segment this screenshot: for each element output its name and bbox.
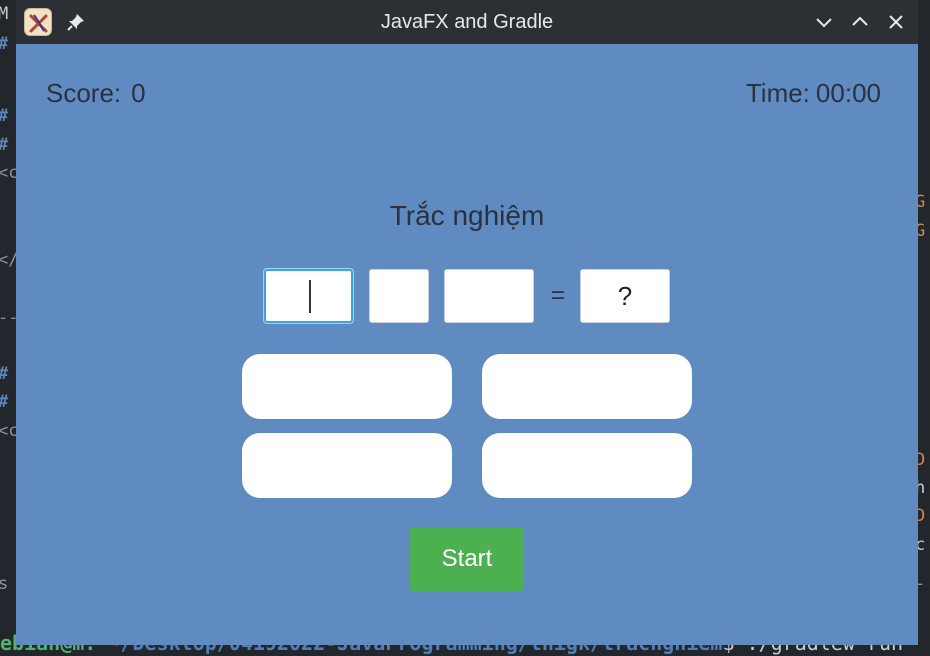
answer-field[interactable]: ? <box>580 269 670 323</box>
terminal-fragment: # <box>0 36 8 53</box>
terminal-fragment: # <box>0 394 8 411</box>
maximize-icon[interactable] <box>850 12 870 32</box>
choice-button-3[interactable] <box>242 433 452 498</box>
background-terminal-left: M # # # <c </ -- # # <c s <box>0 0 16 656</box>
text-caret <box>309 280 311 313</box>
window-titlebar[interactable]: JavaFX and Gradle <box>16 0 918 44</box>
time-value: 00:00 <box>815 78 881 108</box>
equals-sign: = <box>550 282 565 309</box>
operator-field[interactable] <box>369 269 429 323</box>
quiz-title: Trắc nghiệm <box>389 200 545 231</box>
score-value: 0 <box>131 78 146 108</box>
operand-a-field[interactable] <box>264 269 353 323</box>
game-panel: Score: 0 Time: 00:00 Trắc nghiệm = ? Start <box>16 44 918 645</box>
terminal-fragment: </ <box>0 250 16 270</box>
start-button[interactable]: Start <box>410 527 524 591</box>
app-window: JavaFX and Gradle Score: 0 Time: 00:00 Trắ… <box>16 0 918 645</box>
terminal-fragment: # <box>0 137 8 154</box>
window-title: JavaFX and Gradle <box>380 11 554 33</box>
terminal-fragment: M <box>0 4 9 24</box>
answer-placeholder: ? <box>617 281 633 311</box>
time-label: Time: <box>745 78 810 108</box>
close-icon[interactable] <box>886 12 906 32</box>
terminal-fragment: s <box>0 574 9 594</box>
operand-b-field[interactable] <box>444 269 534 323</box>
choice-button-4[interactable] <box>482 433 692 498</box>
terminal-fragment: <c <box>0 163 16 183</box>
terminal-fragment: # <box>0 366 8 383</box>
terminal-fragment: # <box>0 108 8 125</box>
choice-button-2[interactable] <box>482 354 692 419</box>
time-display: Time: 00:00 <box>746 78 881 109</box>
choice-button-1[interactable] <box>242 354 452 419</box>
minimize-icon[interactable] <box>814 12 834 32</box>
terminal-fragment: <c <box>0 421 16 441</box>
terminal-fragment: -- <box>0 310 16 327</box>
score-label: Score: <box>46 78 122 108</box>
score-display: Score: 0 <box>46 78 146 109</box>
